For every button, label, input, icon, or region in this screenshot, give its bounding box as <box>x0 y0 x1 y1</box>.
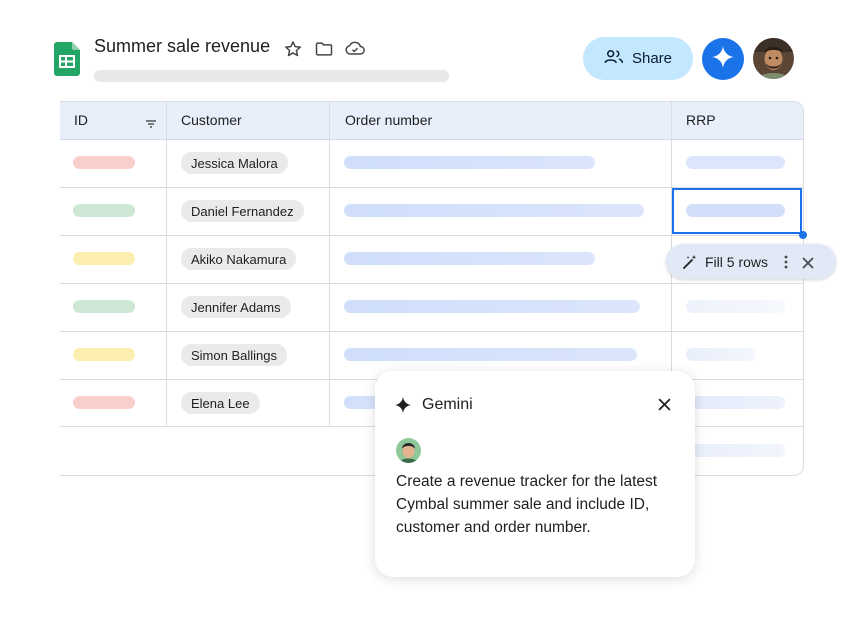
customer-chip[interactable]: Elena Lee <box>181 392 260 414</box>
column-header-customer[interactable]: Customer <box>181 112 242 128</box>
order-number-placeholder <box>344 204 644 217</box>
user-avatar[interactable] <box>753 38 794 79</box>
gemini-spark-icon <box>394 396 412 419</box>
fill-handle[interactable] <box>799 231 807 239</box>
cloud-icon[interactable] <box>344 39 365 59</box>
column-header-id[interactable]: ID <box>74 112 88 128</box>
column-header-order-number[interactable]: Order number <box>345 112 432 128</box>
gemini-title: Gemini <box>422 396 473 413</box>
order-number-placeholder <box>344 156 595 169</box>
gemini-spark-icon <box>711 45 735 74</box>
customer-chip[interactable]: Simon Ballings <box>181 344 287 366</box>
column-header-rrp[interactable]: RRP <box>686 112 716 128</box>
selected-cell[interactable] <box>672 188 802 234</box>
order-number-placeholder <box>344 300 640 313</box>
close-icon[interactable] <box>802 256 814 269</box>
id-placeholder-pill <box>73 204 135 217</box>
more-vert-icon[interactable] <box>783 254 789 270</box>
id-placeholder-pill <box>73 156 135 169</box>
row-divider <box>60 331 803 332</box>
customer-chip[interactable]: Jessica Malora <box>181 152 288 174</box>
customer-chip[interactable]: Akiko Nakamura <box>181 248 297 270</box>
order-number-placeholder <box>344 348 637 361</box>
id-placeholder-pill <box>73 348 135 361</box>
people-icon <box>604 49 624 69</box>
close-icon[interactable] <box>658 398 671 416</box>
rrp-placeholder <box>686 156 785 169</box>
document-title[interactable]: Summer sale revenue <box>94 36 270 57</box>
share-label: Share <box>631 50 673 67</box>
title-placeholder-bar <box>94 70 449 82</box>
share-button[interactable]: Share <box>583 37 693 80</box>
rrp-placeholder <box>686 300 785 313</box>
filter-icon[interactable] <box>145 116 157 134</box>
order-number-placeholder <box>344 252 595 265</box>
rrp-placeholder <box>686 444 785 457</box>
id-placeholder-pill <box>73 252 135 265</box>
customer-chip[interactable]: Jennifer Adams <box>181 296 291 318</box>
fill-rows-chip[interactable]: Fill 5 rows <box>666 244 836 279</box>
sheets-logo-icon <box>54 42 80 76</box>
folder-icon[interactable] <box>314 39 334 59</box>
row-divider <box>60 235 803 236</box>
rrp-placeholder <box>686 348 756 361</box>
customer-chip[interactable]: Daniel Fernandez <box>181 200 304 222</box>
id-placeholder-pill <box>73 396 135 409</box>
fill-rows-label: Fill 5 rows <box>705 253 769 270</box>
user-avatar-small <box>396 438 421 463</box>
magic-wand-icon <box>682 254 698 270</box>
rrp-placeholder <box>686 396 785 409</box>
star-icon[interactable] <box>283 39 303 59</box>
gemini-button[interactable] <box>702 38 744 80</box>
id-placeholder-pill <box>73 300 135 313</box>
row-divider <box>60 283 803 284</box>
gemini-prompt-text: Create a revenue tracker for the latest … <box>396 473 658 536</box>
